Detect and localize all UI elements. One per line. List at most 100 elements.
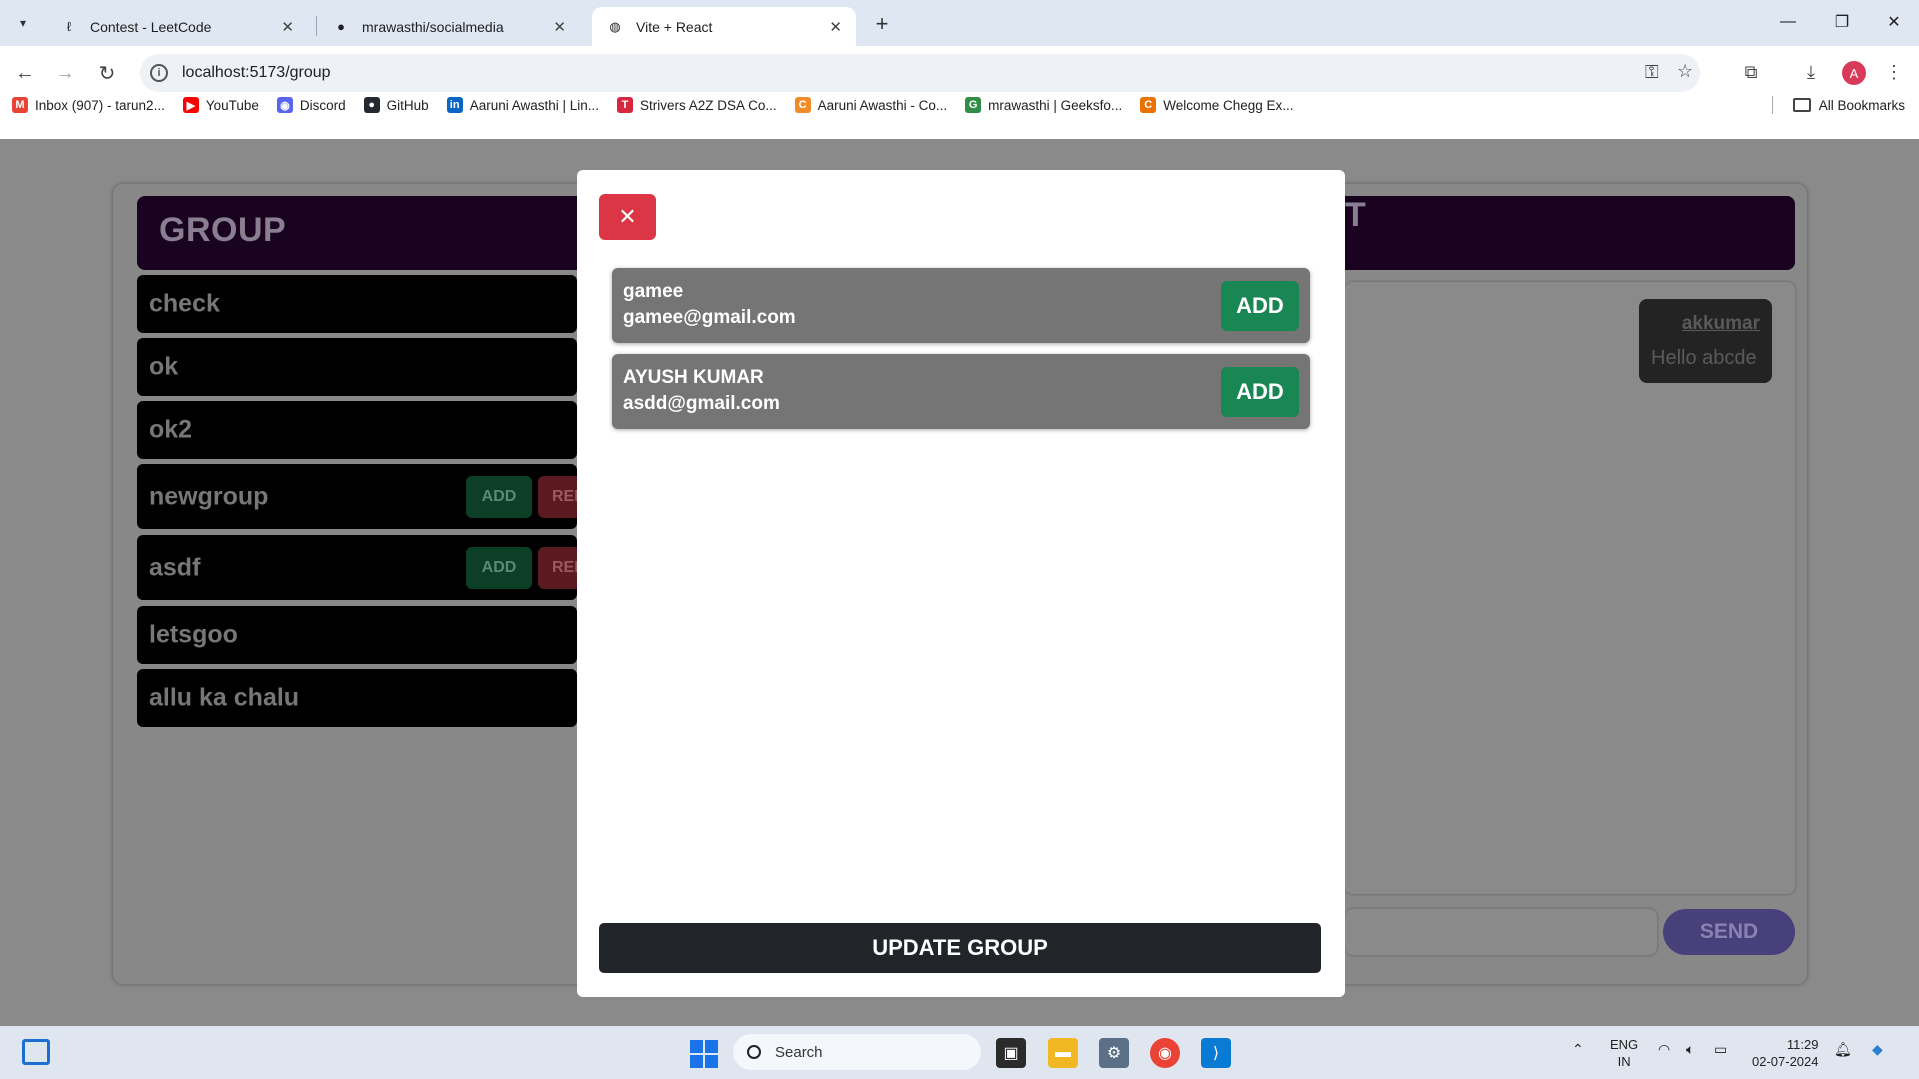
back-button[interactable]: ←	[10, 58, 40, 88]
minimize-button[interactable]: —	[1768, 8, 1808, 36]
user-name: AYUSH KUMAR	[623, 367, 764, 388]
bookmarks-bar: M Inbox (907) - tarun2... ▶ YouTube ◉ Discord…	[0, 90, 1919, 120]
bookmark-item[interactable]: Gmrawasthi | Geeksfo...	[965, 97, 1122, 113]
youtube-icon: ▶	[182, 97, 199, 113]
tab-search-dropdown[interactable]: ▾	[10, 10, 36, 36]
bookmark-item[interactable]: in Aaruni Awasthi | Lin...	[446, 97, 599, 113]
group-name: ok	[149, 352, 179, 381]
chevron-up-icon[interactable]: ⌃	[1572, 1041, 1584, 1058]
update-group-button[interactable]: UPDATE GROUP	[599, 923, 1321, 973]
settings-icon[interactable]: ⚙	[1099, 1038, 1129, 1068]
vscode-icon[interactable]: ⟩	[1201, 1038, 1231, 1068]
copilot-icon[interactable]: ◆	[1872, 1041, 1883, 1058]
chat-header-title: T	[1345, 196, 1366, 234]
close-tab-icon[interactable]: ✕	[553, 18, 566, 36]
tab-strip: ▾ ℓ Contest - LeetCode ✕ ● mrawasthi/soc…	[0, 0, 1919, 46]
widgets-icon[interactable]	[22, 1039, 50, 1065]
bookmark-item[interactable]: ◉ Discord	[276, 97, 346, 113]
group-item[interactable]: newgroup ADD REI	[137, 464, 598, 529]
notification-icon[interactable]: 🔔︎	[1834, 1041, 1852, 1058]
bookmark-item[interactable]: C Welcome Chegg Ex...	[1140, 97, 1294, 113]
bookmark-item[interactable]: ▶ YouTube	[182, 97, 259, 113]
group-item[interactable]: allu ka chalu	[137, 669, 577, 727]
tuf-icon: T	[617, 97, 634, 113]
address-bar[interactable]: i localhost:5173/group ⚿ ☆	[140, 54, 1700, 92]
restore-button[interactable]: ❐	[1822, 8, 1862, 36]
group-name: letsgoo	[149, 620, 238, 649]
language-indicator[interactable]: ENG IN	[1610, 1036, 1638, 1070]
bookmark-item[interactable]: M Inbox (907) - tarun2...	[12, 97, 165, 113]
group-item[interactable]: ok	[137, 338, 577, 396]
group-title: GROUP	[159, 211, 287, 249]
forward-button[interactable]: →	[50, 58, 80, 88]
site-info-icon[interactable]: i	[150, 64, 168, 82]
group-name: allu ka chalu	[149, 683, 300, 712]
discord-icon: ◉	[276, 97, 293, 113]
linkedin-icon: in	[446, 97, 463, 113]
group-item[interactable]: check	[137, 275, 577, 333]
add-user-button[interactable]: ADD	[1221, 281, 1299, 331]
group-item[interactable]: letsgoo	[137, 606, 577, 664]
group-add-button[interactable]: ADD	[466, 546, 532, 589]
reload-button[interactable]: ↻	[92, 58, 122, 88]
group-name: ok2	[149, 415, 193, 444]
user-email: asdd@gmail.com	[623, 393, 780, 414]
clock[interactable]: 11:29 02-07-2024	[1752, 1036, 1819, 1070]
gmail-icon: M	[12, 97, 28, 113]
password-key-icon[interactable]: ⚿	[1645, 62, 1659, 83]
github-icon: ●	[363, 97, 380, 113]
battery-icon[interactable]: ▭	[1714, 1041, 1727, 1058]
group-item[interactable]: asdf ADD REI	[137, 535, 598, 600]
all-bookmarks-button[interactable]: All Bookmarks	[1792, 90, 1905, 120]
profile-avatar[interactable]: A	[1842, 61, 1866, 85]
download-icon[interactable]: ⤓	[1797, 58, 1825, 86]
group-add-button[interactable]: ADD	[466, 475, 532, 518]
tab-leetcode[interactable]: ℓ Contest - LeetCode ✕	[46, 7, 308, 46]
close-icon: ✕	[618, 204, 637, 229]
browser-toolbar: ← → ↻ i localhost:5173/group ⚿ ☆ ⧉ ⤓ A ⋮…	[0, 46, 1919, 144]
update-group-modal: ✕ gamee gamee@gmail.com ADD AYUSH KUMAR …	[577, 170, 1345, 997]
close-tab-icon[interactable]: ✕	[281, 18, 294, 36]
user-email: gamee@gmail.com	[623, 307, 796, 328]
send-button[interactable]: SEND	[1663, 909, 1795, 955]
volume-icon[interactable]: 🔈︎	[1686, 1041, 1694, 1058]
start-button[interactable]	[690, 1040, 718, 1068]
group-list: check ok ok2 newgroup ADD REI asdf ADD REI letsgo…	[137, 275, 598, 732]
search-icon	[747, 1045, 761, 1059]
wifi-icon[interactable]: ◠	[1658, 1041, 1670, 1058]
message-text: Hello abcde	[1651, 347, 1757, 369]
add-user-button[interactable]: ADD	[1221, 367, 1299, 417]
close-tab-icon[interactable]: ✕	[829, 18, 842, 36]
file-explorer-icon[interactable]: ▬	[1048, 1038, 1078, 1068]
message-input[interactable]	[1345, 909, 1657, 955]
chegg-icon: C	[1140, 97, 1157, 113]
message-bubble: akkumar Hello abcde	[1639, 299, 1772, 383]
group-name: check	[149, 289, 220, 318]
codechef-icon: C	[794, 97, 811, 113]
bookmark-star-icon[interactable]: ☆	[1677, 61, 1693, 82]
bookmark-item[interactable]: ● GitHub	[363, 97, 429, 113]
group-name: asdf	[149, 553, 201, 581]
gfg-icon: G	[965, 97, 982, 113]
close-window-button[interactable]: ✕	[1874, 8, 1914, 36]
user-name: gamee	[623, 281, 684, 302]
chrome-icon[interactable]: ◉	[1150, 1038, 1180, 1068]
message-author[interactable]: akkumar	[1682, 313, 1760, 335]
group-item[interactable]: ok2	[137, 401, 577, 459]
group-name: newgroup	[149, 482, 269, 510]
tab-vite-react[interactable]: ◍ Vite + React ✕	[592, 7, 856, 46]
new-tab-button[interactable]: +	[868, 10, 896, 38]
taskbar-search[interactable]: Search	[733, 1034, 981, 1070]
bookmark-item[interactable]: T Strivers A2Z DSA Co...	[617, 97, 777, 113]
extensions-icon[interactable]: ⧉	[1737, 58, 1765, 86]
leetcode-icon: ℓ	[66, 19, 72, 34]
modal-close-button[interactable]: ✕	[599, 194, 656, 240]
bookmark-item[interactable]: C Aaruni Awasthi - Co...	[794, 97, 947, 113]
tab-github[interactable]: ● mrawasthi/socialmedia ✕	[318, 7, 580, 46]
globe-icon: ◍	[609, 18, 621, 34]
menu-kebab-icon[interactable]: ⋮	[1880, 58, 1908, 86]
folder-icon	[1792, 98, 1811, 112]
task-view-icon[interactable]: ▣	[996, 1038, 1026, 1068]
user-card: AYUSH KUMAR asdd@gmail.com ADD	[612, 354, 1310, 429]
github-icon: ●	[337, 19, 345, 34]
